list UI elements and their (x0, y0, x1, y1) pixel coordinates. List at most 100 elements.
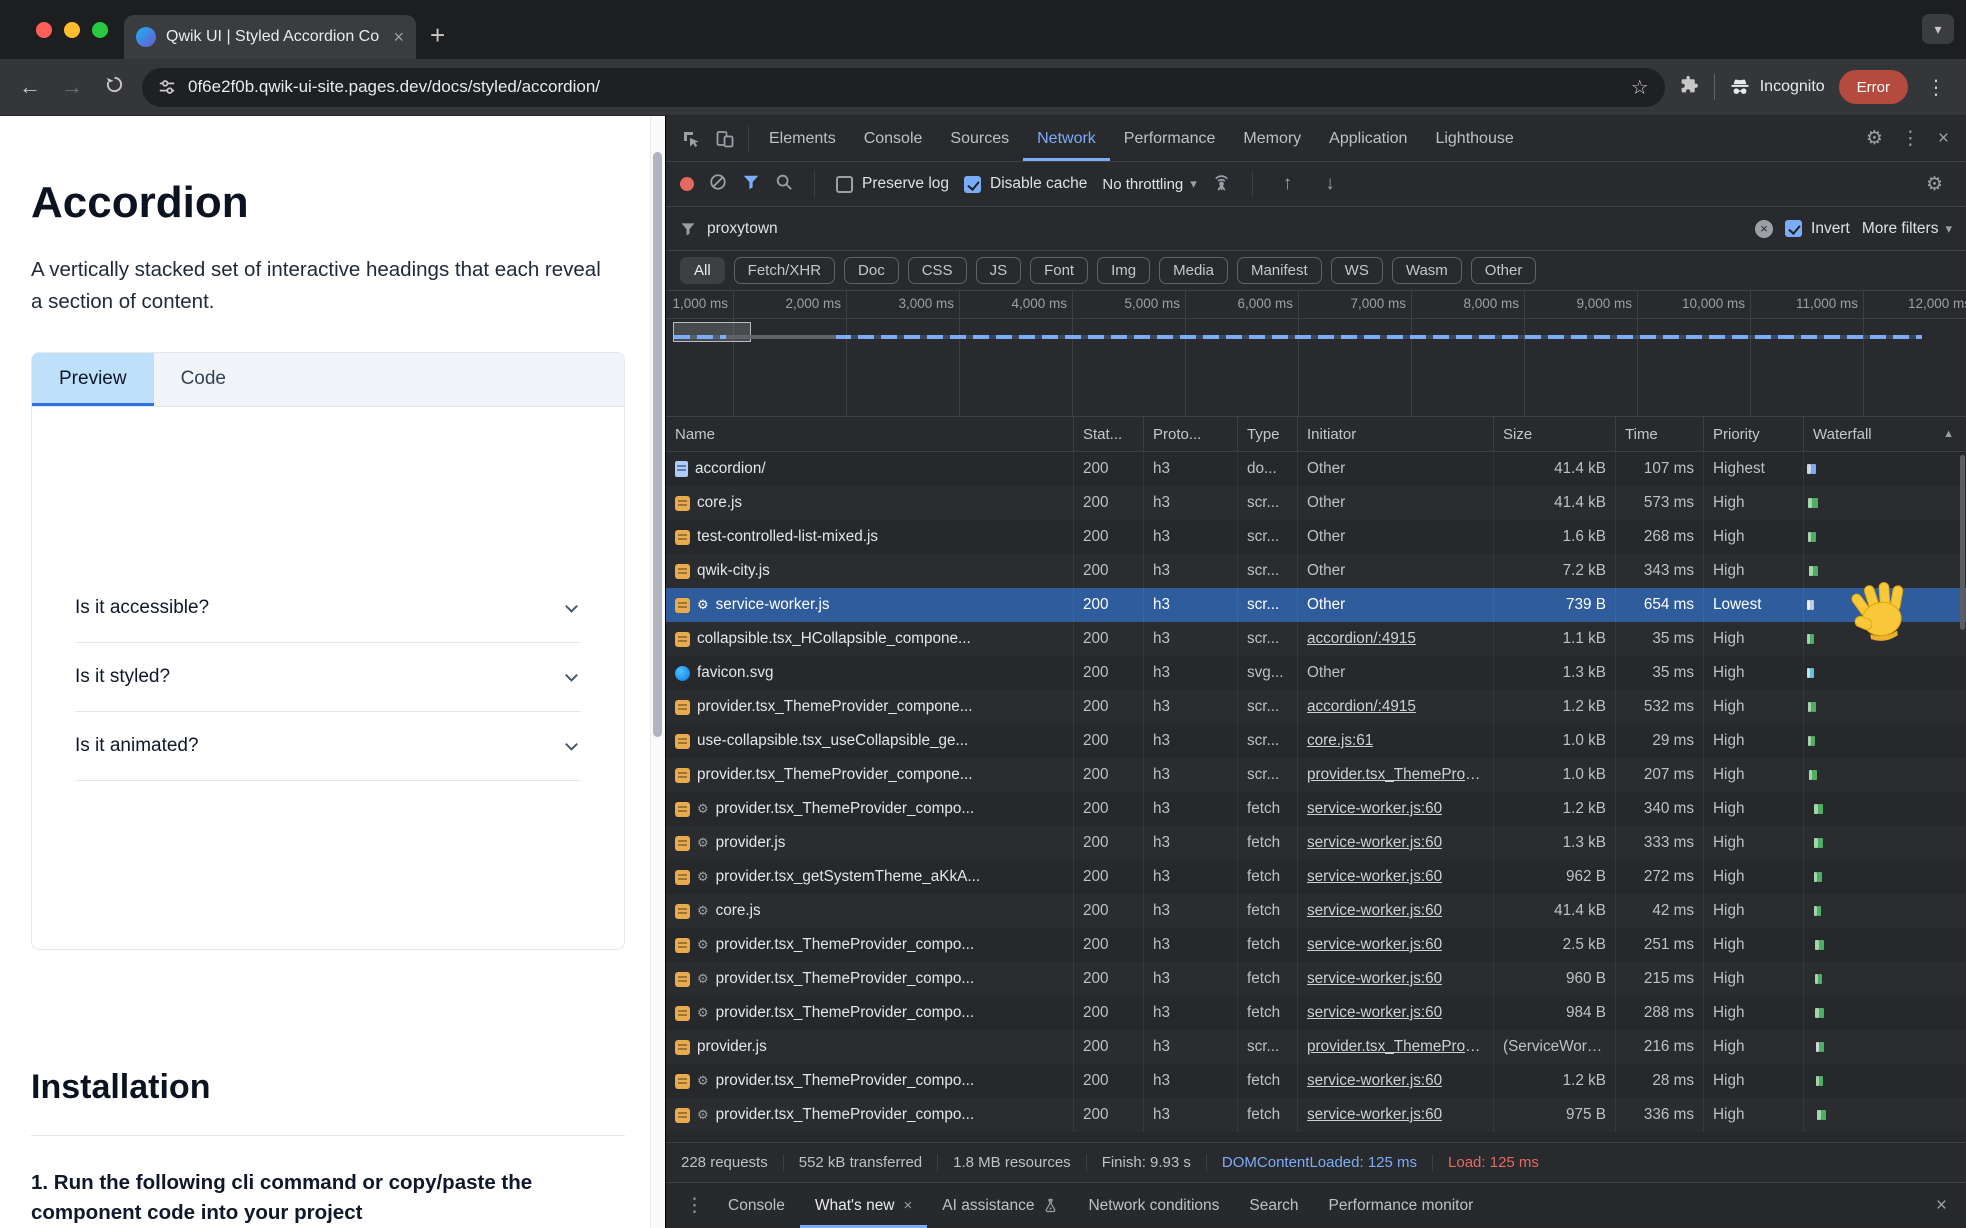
browser-menu-icon[interactable]: ⋮ (1922, 75, 1950, 100)
drawer-tab[interactable]: Search (1234, 1183, 1313, 1228)
demo-tab[interactable]: Preview (32, 353, 154, 406)
devtools-tab[interactable]: Sources (936, 116, 1023, 161)
request-name-cell[interactable]: provider.tsx_getSystemTheme_aKkA... (666, 860, 1074, 894)
devtools-settings-icon[interactable]: ⚙ (1857, 127, 1892, 150)
request-type-chip[interactable]: Other (1471, 257, 1537, 284)
import-har-icon[interactable]: ↑ (1274, 173, 1302, 195)
request-initiator[interactable]: Other (1307, 596, 1345, 614)
request-initiator[interactable]: service-worker.js:60 (1307, 970, 1442, 988)
network-request-row[interactable]: core.js 200 h3 fetch service-worker.js:6… (666, 894, 1966, 928)
request-initiator[interactable]: core.js:61 (1307, 732, 1373, 750)
tab-close-icon[interactable]: × (393, 27, 404, 48)
request-name-cell[interactable]: provider.tsx_ThemeProvider_compone... (666, 690, 1074, 724)
network-request-row[interactable]: test-controlled-list-mixed.js 200 h3 scr… (666, 520, 1966, 554)
throttling-select[interactable]: No throttling ▾ (1102, 176, 1196, 193)
request-initiator[interactable]: accordion/:4915 (1307, 630, 1416, 648)
devtools-tab[interactable]: Application (1315, 116, 1421, 161)
drawer-tab[interactable]: Network conditions (1073, 1183, 1234, 1228)
request-initiator[interactable]: service-worker.js:60 (1307, 868, 1442, 886)
request-name-cell[interactable]: use-collapsible.tsx_useCollapsible_ge... (666, 724, 1074, 758)
close-drawer-icon[interactable]: × (1927, 1195, 1956, 1217)
drawer-menu-icon[interactable]: ⋮ (676, 1194, 713, 1217)
preserve-log-checkbox[interactable]: Preserve log (836, 175, 949, 193)
network-request-row[interactable]: provider.tsx_ThemeProvider_compone... 20… (666, 758, 1966, 792)
more-filters-button[interactable]: More filters ▾ (1862, 220, 1952, 238)
request-initiator[interactable]: provider.tsx_ThemeProvider (1307, 766, 1484, 784)
network-request-row[interactable]: accordion/ 200 h3 do... Other 41.4 kB 10… (666, 452, 1966, 486)
close-tab-icon[interactable] (904, 1197, 913, 1214)
request-type-chip[interactable]: All (680, 257, 725, 284)
checkbox-checked[interactable] (1785, 220, 1802, 237)
request-name-cell[interactable]: provider.tsx_ThemeProvider_compone... (666, 758, 1074, 792)
request-initiator[interactable]: service-worker.js:60 (1307, 902, 1442, 920)
request-type-chip[interactable]: Fetch/XHR (734, 257, 835, 284)
column-header-waterfall[interactable]: Waterfall ▲ (1804, 417, 1966, 451)
network-request-row[interactable]: collapsible.tsx_HCollapsible_compone... … (666, 622, 1966, 656)
request-name-cell[interactable]: accordion/ (666, 452, 1074, 486)
request-name-cell[interactable]: provider.tsx_ThemeProvider_compo... (666, 962, 1074, 996)
accordion-item[interactable]: Is it styled? (75, 643, 581, 712)
request-type-chip[interactable]: Manifest (1237, 257, 1322, 284)
column-header-size[interactable]: Size (1494, 417, 1616, 451)
request-name-cell[interactable]: test-controlled-list-mixed.js (666, 520, 1074, 554)
request-name-cell[interactable]: provider.js (666, 826, 1074, 860)
column-header-protocol[interactable]: Proto... (1144, 417, 1238, 451)
disable-cache-checkbox[interactable]: Disable cache (964, 175, 1087, 193)
filter-input[interactable]: proxytown × (680, 220, 1773, 238)
request-type-chip[interactable]: WS (1331, 257, 1383, 284)
network-request-row[interactable]: provider.js 200 h3 scr... provider.tsx_T… (666, 1030, 1966, 1064)
browser-tab[interactable]: Qwik UI | Styled Accordion Co × (124, 15, 416, 59)
drawer-tab[interactable]: AI assistance (927, 1183, 1073, 1228)
request-initiator[interactable]: provider.tsx_ThemeProvider (1307, 1038, 1484, 1056)
request-type-chip[interactable]: JS (976, 257, 1022, 284)
network-request-row[interactable]: qwik-city.js 200 h3 scr... Other 7.2 kB … (666, 554, 1966, 588)
reload-button[interactable] (100, 74, 128, 100)
url-bar[interactable]: 0f6e2f0b.qwik-ui-site.pages.dev/docs/sty… (142, 68, 1665, 107)
network-settings-icon[interactable]: ⚙ (1917, 173, 1952, 196)
request-initiator[interactable]: service-worker.js:60 (1307, 1004, 1442, 1022)
error-button[interactable]: Error (1839, 70, 1908, 104)
checkbox-checked[interactable] (964, 176, 981, 193)
devtools-tab[interactable]: Memory (1229, 116, 1315, 161)
request-name-cell[interactable]: service-worker.js (666, 588, 1074, 622)
close-window-button[interactable] (36, 22, 52, 38)
request-type-chip[interactable]: CSS (908, 257, 967, 284)
devtools-menu-icon[interactable]: ⋮ (1892, 127, 1929, 150)
invert-checkbox[interactable]: Invert (1785, 220, 1850, 238)
request-name-cell[interactable]: provider.tsx_ThemeProvider_compo... (666, 996, 1074, 1030)
request-type-chip[interactable]: Font (1030, 257, 1088, 284)
devtools-tab[interactable]: Console (850, 116, 937, 161)
request-initiator[interactable]: Other (1307, 528, 1345, 546)
search-icon[interactable] (775, 173, 793, 195)
timeline-selection[interactable] (673, 322, 751, 342)
request-initiator[interactable]: Other (1307, 562, 1345, 580)
request-type-chip[interactable]: Wasm (1392, 257, 1462, 284)
request-initiator[interactable]: Other (1307, 664, 1345, 682)
network-request-row[interactable]: provider.tsx_ThemeProvider_compo... 200 … (666, 928, 1966, 962)
drawer-tab[interactable]: Performance monitor (1314, 1183, 1489, 1228)
network-request-row[interactable]: use-collapsible.tsx_useCollapsible_ge...… (666, 724, 1966, 758)
network-request-row[interactable]: provider.tsx_ThemeProvider_compone... 20… (666, 690, 1966, 724)
request-name-cell[interactable]: provider.tsx_ThemeProvider_compo... (666, 1064, 1074, 1098)
network-request-row[interactable]: provider.tsx_ThemeProvider_compo... 200 … (666, 962, 1966, 996)
column-header-priority[interactable]: Priority (1704, 417, 1804, 451)
accordion-item[interactable]: Is it animated? (75, 712, 581, 781)
request-initiator[interactable]: service-worker.js:60 (1307, 1106, 1442, 1124)
inspect-element-icon[interactable] (674, 122, 708, 156)
network-request-row[interactable]: provider.tsx_ThemeProvider_compo... 200 … (666, 1098, 1966, 1132)
request-name-cell[interactable]: provider.tsx_ThemeProvider_compo... (666, 928, 1074, 962)
tab-search-button[interactable]: ▾ (1922, 14, 1954, 44)
checkbox-unchecked[interactable] (836, 176, 853, 193)
request-initiator[interactable]: service-worker.js:60 (1307, 936, 1442, 954)
drawer-tab[interactable]: Console (713, 1183, 800, 1228)
network-conditions-icon[interactable] (1212, 173, 1231, 196)
network-request-row[interactable]: provider.js 200 h3 fetch service-worker.… (666, 826, 1966, 860)
back-button[interactable]: ← (16, 74, 44, 100)
device-toolbar-icon[interactable] (708, 122, 742, 156)
devtools-tab[interactable]: Lighthouse (1421, 116, 1527, 161)
devtools-close-icon[interactable]: × (1929, 128, 1958, 150)
drawer-tab[interactable]: What's new (800, 1183, 927, 1228)
request-type-chip[interactable]: Img (1097, 257, 1150, 284)
column-header-initiator[interactable]: Initiator (1298, 417, 1494, 451)
devtools-tab[interactable]: Network (1023, 116, 1110, 161)
